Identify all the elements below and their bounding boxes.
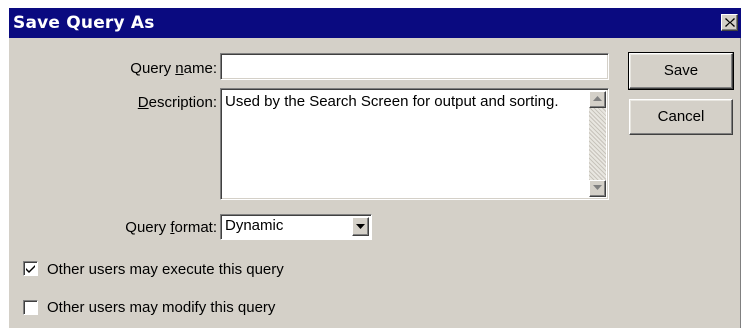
query-name-input[interactable]	[221, 54, 608, 79]
query-name-label: Query name:	[69, 60, 217, 77]
scroll-down-button[interactable]	[589, 180, 606, 197]
query-name-field[interactable]	[220, 53, 609, 80]
query-format-dropdown-button[interactable]	[352, 217, 369, 236]
description-scrollbar[interactable]	[589, 91, 606, 197]
title-bar[interactable]: Save Query As	[9, 8, 741, 38]
description-label-accel: D	[137, 94, 149, 111]
description-label-post: escription:	[148, 94, 217, 111]
query-format-label: Query format:	[69, 219, 217, 236]
close-icon	[725, 18, 735, 27]
save-button[interactable]: Save	[628, 52, 734, 90]
scroll-up-button[interactable]	[589, 91, 606, 108]
query-name-label-accel: n	[175, 60, 184, 77]
dialog-title: Save Query As	[13, 13, 155, 33]
modify-checkbox[interactable]	[23, 300, 38, 315]
close-button[interactable]	[721, 14, 738, 31]
query-format-label-pre: Query	[125, 219, 171, 236]
arrow-up-icon	[593, 96, 602, 101]
query-name-label-post: ame:	[183, 60, 217, 77]
execute-checkbox[interactable]	[23, 261, 38, 276]
chevron-down-icon	[356, 224, 365, 229]
arrow-down-icon	[593, 185, 602, 190]
checkmark-icon	[26, 265, 35, 273]
query-format-select[interactable]: Dynamic	[220, 214, 372, 240]
cancel-button[interactable]: Cancel	[629, 99, 733, 135]
modify-checkbox-label[interactable]: Other users may modify this query	[47, 299, 275, 316]
query-name-label-pre: Query	[130, 60, 176, 77]
save-query-dialog: Save Query As Query name: Description: U…	[9, 8, 741, 328]
description-label: Description:	[69, 94, 217, 111]
description-text[interactable]: Used by the Search Screen for output and…	[225, 92, 575, 111]
execute-checkbox-label[interactable]: Other users may execute this query	[47, 261, 284, 278]
query-format-value: Dynamic	[225, 217, 284, 234]
description-textarea[interactable]: Used by the Search Screen for output and…	[220, 88, 609, 200]
query-format-label-post: ormat:	[174, 219, 217, 236]
